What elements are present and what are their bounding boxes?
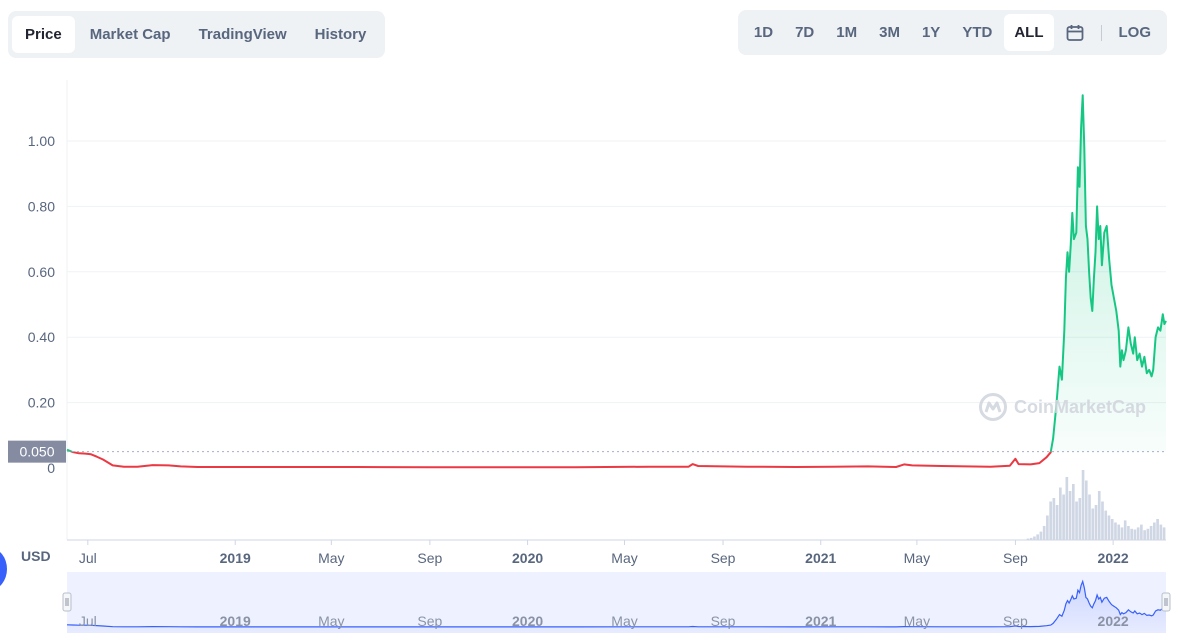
navigator-x-label: Sep: [1003, 613, 1028, 629]
volume-bar: [1042, 526, 1046, 540]
navigator-right-handle[interactable]: [1161, 592, 1171, 612]
volume-bar: [1072, 484, 1075, 540]
volume-bar: [1162, 527, 1166, 540]
y-tick-label: 0.80: [28, 198, 55, 214]
x-tick-label: May: [904, 550, 930, 566]
y-tick-label: 0.60: [28, 264, 55, 280]
volume-bar: [1104, 510, 1108, 540]
volume-bar: [1062, 494, 1065, 540]
watermark-text: CoinMarketCap: [1014, 396, 1147, 417]
volume-bar: [1120, 527, 1124, 540]
volume-bar: [1039, 531, 1043, 540]
volume-bar: [1117, 524, 1121, 540]
navigator-x-label: May: [611, 613, 637, 629]
volume-bar: [1133, 529, 1137, 540]
volume-bar: [1153, 522, 1156, 540]
volume-bar: [1091, 508, 1095, 540]
volume-bar: [1049, 501, 1052, 540]
volume-bar: [1065, 477, 1069, 540]
navigator-x-label: May: [318, 613, 344, 629]
volume-bar: [1123, 520, 1127, 540]
navigator-x-label: Sep: [711, 613, 736, 629]
currency-label: USD: [21, 548, 51, 564]
volume-bar: [1159, 524, 1163, 540]
navigator-x-label: May: [904, 613, 930, 629]
volume-bar: [1052, 498, 1056, 540]
volume-bar: [1029, 537, 1033, 540]
volume-bar: [1059, 487, 1062, 540]
volume-bar: [1081, 470, 1085, 540]
volume-bar: [1078, 498, 1082, 540]
volume-bar: [1094, 505, 1098, 540]
volume-bar: [1127, 526, 1130, 540]
volume-bars: [1026, 470, 1166, 540]
volume-bar: [1036, 534, 1039, 540]
x-tick-label: Sep: [417, 550, 442, 566]
volume-bar: [1110, 519, 1114, 540]
x-tick-label: 2019: [220, 550, 251, 566]
volume-bar: [1107, 515, 1111, 540]
y-tick-label: 1.00: [28, 133, 55, 149]
watermark: CoinMarketCap: [978, 392, 1146, 422]
grid-lines: [66, 80, 1166, 541]
volume-bar: [1156, 519, 1159, 540]
volume-bar: [1046, 515, 1049, 540]
x-tick-label: 2020: [512, 550, 543, 566]
navigator-x-label: 2021: [805, 613, 836, 629]
volume-bar: [1026, 538, 1030, 540]
y-axis-labels: 00.200.400.600.801.00: [28, 133, 55, 476]
volume-bar: [1084, 480, 1088, 540]
volume-bar: [1033, 536, 1036, 540]
navigator-x-label: 2019: [220, 613, 251, 629]
navigator-x-label: Jul: [79, 613, 97, 629]
x-tick-label: May: [611, 550, 637, 566]
volume-bar: [1130, 528, 1133, 540]
navigator-x-label: 2022: [1098, 613, 1129, 629]
range-navigator: Jul 2019 May Sep 2020 May Sep 2021 May Sep 2022: [62, 572, 1171, 633]
volume-bar: [1143, 530, 1146, 540]
navigator-left-handle[interactable]: [62, 592, 72, 612]
navigator-x-label: 2020: [512, 613, 543, 629]
y-tick-label: 0.20: [28, 395, 55, 411]
volume-bar: [1114, 522, 1117, 540]
volume-bar: [1075, 501, 1078, 540]
volume-bar: [1140, 524, 1143, 540]
x-axis-labels: Jul 2019 May Sep 2020 May Sep 2021 May Sep 2022: [79, 540, 1129, 566]
volume-bar: [1149, 526, 1153, 540]
x-tick-label: May: [318, 550, 344, 566]
x-tick-label: Sep: [711, 550, 736, 566]
navigator-x-label: Sep: [417, 613, 442, 629]
volume-bar: [1055, 505, 1059, 540]
volume-bar: [1146, 528, 1150, 540]
volume-bar: [1088, 494, 1091, 540]
reference-price-label: 0.050: [19, 444, 54, 460]
volume-bar: [1101, 501, 1104, 540]
price-chart: 00.200.400.600.801.00 0.050 Jul 2019 May Se…: [8, 80, 1171, 633]
volume-bar: [1136, 527, 1140, 540]
y-tick-label: 0.40: [28, 329, 55, 345]
x-tick-label: Sep: [1003, 550, 1028, 566]
x-tick-label: Jul: [79, 550, 97, 566]
x-tick-label: 2021: [805, 550, 836, 566]
volume-bar: [1068, 491, 1072, 540]
volume-bar: [1097, 491, 1101, 540]
x-tick-label: 2022: [1098, 550, 1129, 566]
coinmarketcap-logo-icon: [979, 393, 1007, 421]
